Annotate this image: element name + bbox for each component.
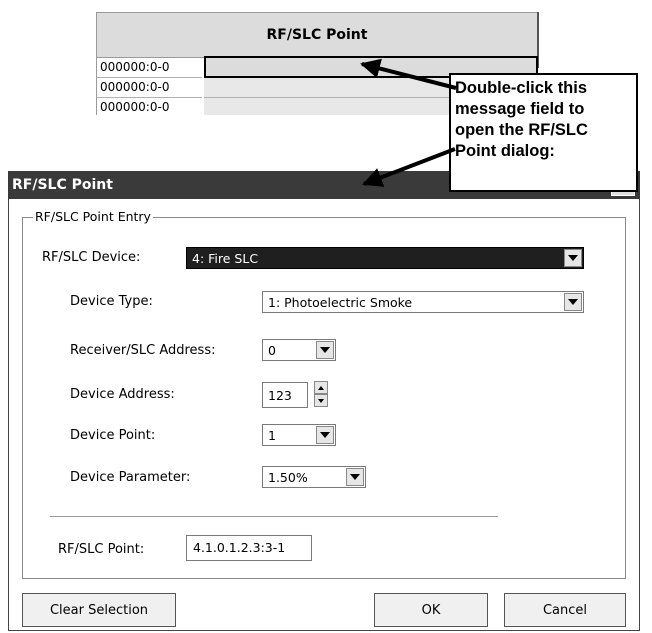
- arrow-to-grid: [360, 58, 457, 90]
- arrow-to-dialog: [362, 147, 456, 187]
- callout-arrows: [360, 58, 457, 187]
